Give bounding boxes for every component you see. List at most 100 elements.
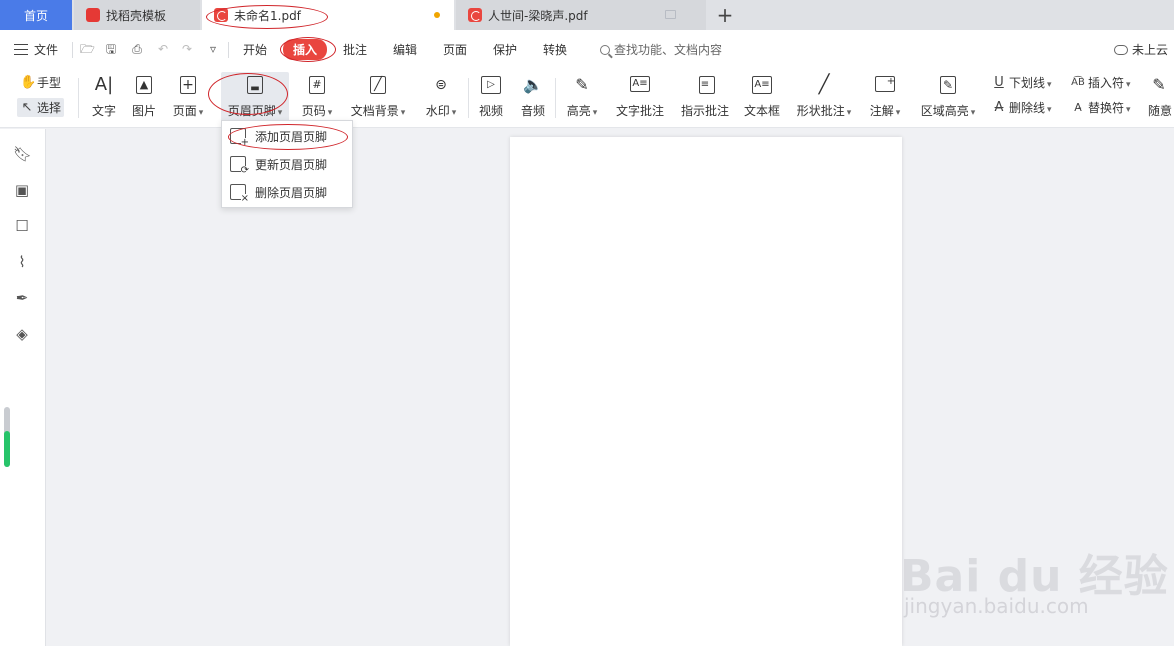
menu-bar: 文件 🗁 🖫 ⎙ ↶ ↷ ▿ 开始 插入 批注 编辑 页面 保护 转换 查找功能…: [0, 30, 1174, 68]
divider: [72, 42, 73, 58]
insert-text-button[interactable]: A| 文字: [90, 72, 118, 124]
thumbnail-icon[interactable]: ▣: [13, 181, 31, 199]
watermark-icon: ⊜: [435, 77, 447, 93]
hamburger-icon: [14, 44, 28, 55]
tab-convert[interactable]: 转换: [543, 41, 567, 58]
tab-renshijian-pdf[interactable]: 人世间-梁晓声.pdf: [456, 0, 706, 30]
add-page-icon: +: [177, 74, 199, 96]
delete-header-footer-item[interactable]: 删除页眉页脚: [222, 179, 352, 205]
print-icon[interactable]: ⎙: [130, 42, 144, 56]
screen-icon[interactable]: [665, 10, 676, 19]
strikethrough-button[interactable]: A 删除线: [992, 99, 1052, 116]
new-tab-button[interactable]: +: [712, 0, 738, 30]
comment-icon[interactable]: ☐: [13, 217, 31, 235]
insert-page-button[interactable]: + 页面: [168, 72, 208, 124]
update-header-footer-item[interactable]: 更新页眉页脚: [222, 151, 352, 177]
highlight-button[interactable]: ✎ 高亮: [564, 72, 600, 124]
insert-audio-button[interactable]: 🔈 音频: [519, 72, 547, 124]
tab-annotate[interactable]: 批注: [343, 41, 367, 58]
header-footer-dropdown: 添加页眉页脚 更新页眉页脚 删除页眉页脚: [221, 120, 353, 208]
tab-insert[interactable]: 插入: [283, 39, 328, 60]
tab-protect[interactable]: 保护: [493, 41, 517, 58]
attachment-icon[interactable]: ⌇: [13, 253, 31, 271]
update-header-footer-icon: [230, 156, 249, 176]
tab-home[interactable]: 首页: [0, 0, 72, 30]
insert-caret-icon: A͡B: [1071, 76, 1085, 88]
pdf-icon: [214, 8, 228, 22]
text-box-icon: A≡: [751, 74, 773, 96]
hand-icon: ✋: [20, 74, 37, 90]
signature-icon[interactable]: ✒: [13, 289, 31, 307]
delete-header-footer-icon: [230, 184, 249, 204]
search-box[interactable]: 查找功能、文档内容: [600, 41, 722, 58]
tab-bar: 首页 找稻壳模板 未命名1.pdf 人世间-梁晓声.pdf +: [0, 0, 1174, 30]
freehand-button[interactable]: ✎ 随意: [1148, 72, 1174, 124]
note-icon: +: [874, 74, 896, 96]
strikethrough-icon: A: [994, 99, 1004, 115]
page-number-button[interactable]: # 页码: [298, 72, 336, 124]
tab-page[interactable]: 页面: [443, 41, 467, 58]
image-icon: ▲: [133, 74, 155, 96]
tab-template[interactable]: 找稻壳模板: [74, 0, 200, 30]
divider: [228, 42, 229, 58]
select-tool-button[interactable]: ↖ 选择: [17, 98, 65, 117]
header-footer-button[interactable]: ▬ 页眉页脚: [221, 72, 289, 124]
customize-toolbar-icon[interactable]: ▿: [206, 42, 220, 56]
area-highlight-icon: ✎: [937, 74, 959, 96]
cloud-status[interactable]: 未上云: [1113, 41, 1168, 58]
divider: [555, 78, 556, 118]
insert-char-button[interactable]: A͡B 插入符: [1071, 74, 1131, 91]
divider: [468, 78, 469, 118]
undo-icon[interactable]: ↶: [156, 42, 170, 56]
ribbon-toolbar: ✋ 手型 ↖ 选择 A| 文字 ▲ 图片 + 页面 ▬ 页眉页脚 # 页码 ╱ …: [0, 68, 1174, 128]
redo-icon[interactable]: ↷: [180, 42, 194, 56]
unsaved-dot-icon: [434, 12, 440, 18]
search-icon: [600, 44, 610, 55]
text-comment-button[interactable]: A≡ 文字批注: [614, 72, 666, 124]
scrollbar-thumb[interactable]: [4, 431, 10, 467]
highlighter-icon: ✎: [575, 75, 589, 94]
tab-untitled-pdf[interactable]: 未命名1.pdf: [202, 0, 454, 30]
file-menu[interactable]: 文件: [14, 41, 58, 58]
underline-button[interactable]: U 下划线: [992, 74, 1052, 91]
open-folder-icon[interactable]: 🗁: [80, 42, 95, 56]
comment-icon: A≡: [629, 74, 651, 96]
pointer-comment-icon: ≡: [694, 74, 716, 96]
area-highlight-button[interactable]: ✎ 区域高亮: [918, 72, 978, 124]
daoke-logo-icon: [86, 8, 100, 22]
bookmark-icon[interactable]: 🔖︎: [13, 145, 32, 163]
add-header-footer-item[interactable]: 添加页眉页脚: [222, 123, 352, 149]
pointer-comment-button[interactable]: ≡ 指示批注: [679, 72, 731, 124]
replace-icon: A̵: [1074, 100, 1082, 114]
header-footer-icon: ▬: [244, 74, 266, 96]
cloud-icon: [1113, 44, 1128, 55]
baidu-watermark: Bai du 经验 jingyan.baidu.com: [900, 551, 1169, 618]
save-icon[interactable]: 🖫: [104, 42, 118, 56]
speaker-icon: 🔈: [523, 75, 543, 94]
video-icon: ▷: [480, 74, 502, 96]
tab-edit[interactable]: 编辑: [393, 41, 417, 58]
background-icon: ╱: [367, 74, 389, 96]
insert-video-button[interactable]: ▷ 视频: [477, 72, 505, 124]
tab-start[interactable]: 开始: [243, 41, 267, 58]
layers-icon[interactable]: ◈: [13, 325, 31, 343]
pen-icon: ✎: [1152, 75, 1166, 94]
shape-comment-button[interactable]: ╱ 形状批注: [795, 72, 853, 124]
line-shape-icon: ╱: [818, 74, 830, 95]
divider: [78, 78, 79, 118]
text-box-button[interactable]: A≡ 文本框: [743, 72, 781, 124]
text-icon: A|: [94, 74, 114, 95]
document-page[interactable]: [510, 137, 902, 646]
hand-tool-button[interactable]: ✋ 手型: [20, 74, 61, 91]
cursor-arrow-icon: ↖: [21, 99, 33, 115]
add-header-footer-icon: [230, 128, 249, 148]
underline-icon: U: [994, 74, 1004, 90]
insert-image-button[interactable]: ▲ 图片: [130, 72, 158, 124]
replace-char-button[interactable]: A̵ 替换符: [1071, 99, 1131, 116]
note-button[interactable]: + 注解: [867, 72, 903, 124]
left-sidebar: 🔖︎ ▣ ☐ ⌇ ✒ ◈: [0, 129, 46, 646]
watermark-button[interactable]: ⊜ 水印: [422, 72, 460, 124]
pdf-icon: [468, 8, 482, 22]
doc-background-button[interactable]: ╱ 文档背景: [348, 72, 408, 124]
page-number-icon: #: [306, 74, 328, 96]
